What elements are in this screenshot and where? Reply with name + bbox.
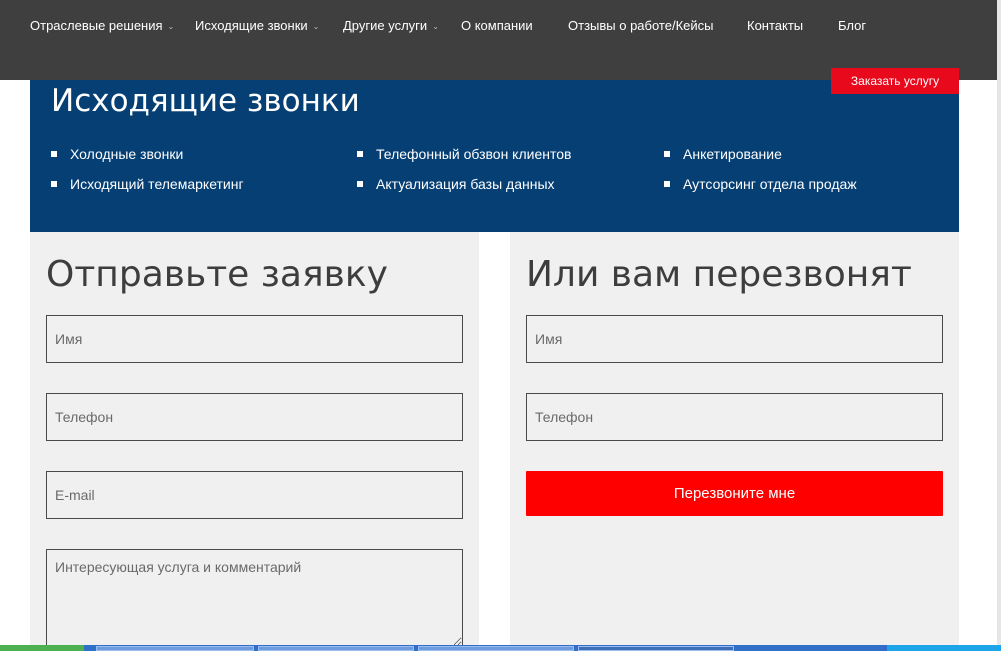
callback-name-field[interactable] — [526, 315, 943, 363]
nav-item-about[interactable]: О компании — [461, 18, 533, 36]
nav-item-label: Другие услуги — [343, 18, 428, 33]
request-form-title: Отправьте заявку — [46, 254, 388, 295]
nav-item-reviews-cases[interactable]: Отзывы о работе/Кейсы — [568, 18, 713, 36]
callback-form-panel: Или вам перезвонят — [510, 232, 959, 651]
service-label: Актуализация базы данных — [376, 176, 555, 192]
order-service-button[interactable]: Заказать услугу — [831, 68, 959, 94]
service-item[interactable]: Исходящий телемаркетинг — [51, 176, 244, 192]
chevron-down-icon: ⌄ — [312, 22, 320, 31]
square-bullet-icon — [51, 181, 57, 187]
service-label: Холодные звонки — [70, 146, 184, 162]
square-bullet-icon — [357, 151, 363, 157]
request-phone-field[interactable] — [46, 393, 463, 441]
page-title: Исходящие звонки — [51, 83, 360, 119]
service-item[interactable]: Актуализация базы данных — [357, 176, 555, 192]
chevron-down-icon: ⌄ — [167, 22, 175, 31]
page-scrollbar[interactable] — [997, 0, 1001, 645]
callback-submit-button[interactable]: Перезвоните мне — [526, 471, 943, 516]
nav-item-blog[interactable]: Блог — [838, 18, 866, 36]
nav-item-contacts[interactable]: Контакты — [747, 18, 803, 36]
square-bullet-icon — [664, 181, 670, 187]
square-bullet-icon — [357, 181, 363, 187]
start-button[interactable] — [0, 645, 84, 651]
request-name-field[interactable] — [46, 315, 463, 363]
system-tray[interactable] — [887, 645, 1001, 651]
service-label: Телефонный обзвон клиентов — [376, 146, 572, 162]
service-label: Исходящий телемаркетинг — [70, 176, 244, 192]
os-taskbar — [0, 645, 1001, 651]
chevron-down-icon: ⌄ — [432, 22, 439, 31]
taskbar-window-button[interactable] — [258, 646, 414, 651]
nav-item-industry-solutions[interactable]: Отраслевые решения ⌄ — [30, 18, 174, 36]
request-comment-field[interactable] — [46, 549, 463, 647]
nav-item-label: Отраслевые решения — [30, 18, 163, 33]
nav-item-outgoing-calls[interactable]: Исходящие звонки ⌄ — [195, 18, 319, 36]
service-item[interactable]: Холодные звонки — [51, 146, 184, 162]
taskbar-window-button[interactable] — [578, 646, 734, 651]
request-email-field[interactable] — [46, 471, 463, 519]
taskbar-window-button[interactable] — [418, 646, 574, 651]
service-label: Анкетирование — [683, 146, 782, 162]
callback-phone-field[interactable] — [526, 393, 943, 441]
square-bullet-icon — [51, 151, 57, 157]
service-item[interactable]: Аутсорсинг отдела продаж — [664, 176, 857, 192]
service-item[interactable]: Телефонный обзвон клиентов — [357, 146, 572, 162]
nav-item-label: Исходящие звонки — [195, 18, 308, 33]
callback-form-title: Или вам перезвонят — [526, 254, 912, 295]
square-bullet-icon — [664, 151, 670, 157]
taskbar-window-button[interactable] — [96, 646, 254, 651]
nav-item-other-services[interactable]: Другие услуги ⌄ — [343, 18, 439, 36]
hero-banner: Исходящие звонки Холодные звонки Исходящ… — [30, 80, 959, 232]
service-item[interactable]: Анкетирование — [664, 146, 782, 162]
service-label: Аутсорсинг отдела продаж — [683, 176, 857, 192]
